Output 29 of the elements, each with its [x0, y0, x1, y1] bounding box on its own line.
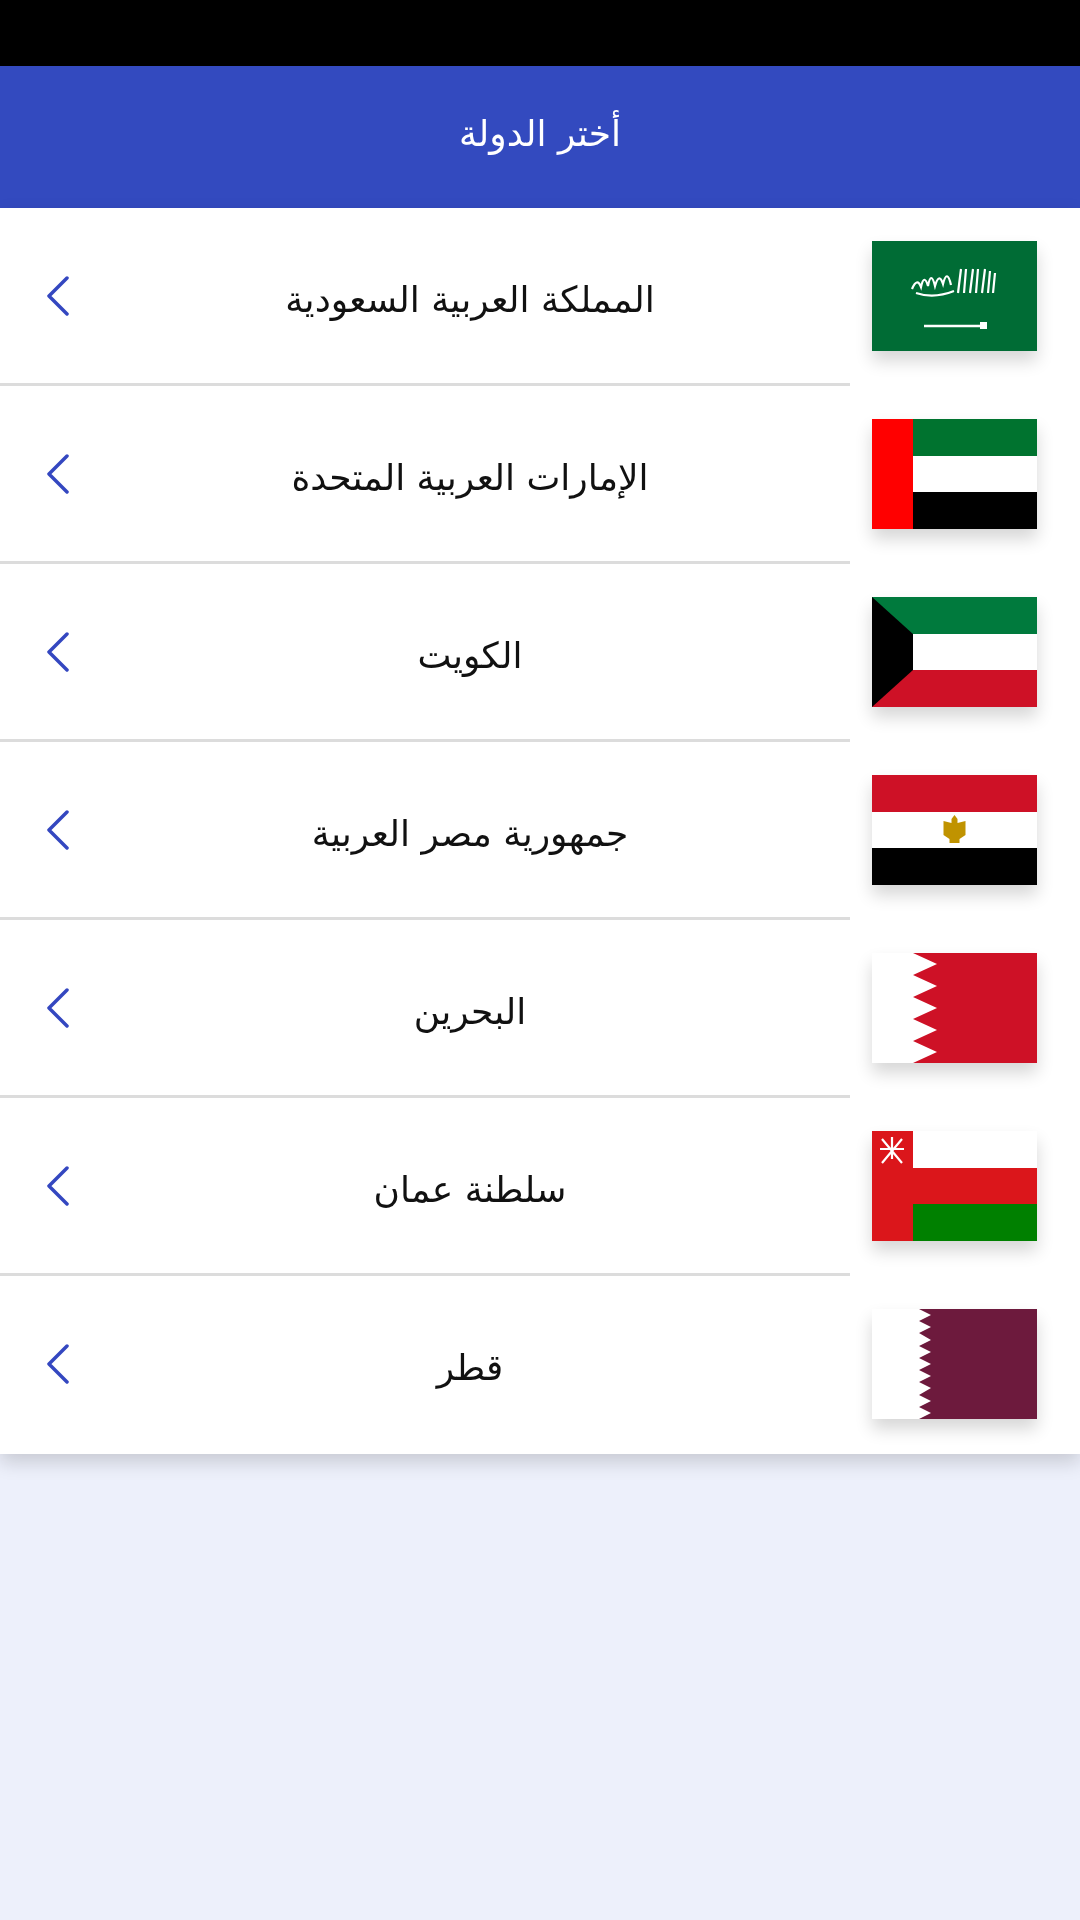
- flag-icon: [872, 1130, 1037, 1241]
- country-name: سلطنة عمان: [372, 1168, 568, 1210]
- flag-icon: [872, 952, 1037, 1063]
- country-list-item[interactable]: قطر: [0, 1276, 1080, 1454]
- chevron-left-icon: [46, 1165, 70, 1206]
- country-list-item[interactable]: جمهورية مصر العربية: [0, 742, 1080, 920]
- country-list-item[interactable]: الكويت: [0, 564, 1080, 742]
- flag-icon: [872, 596, 1037, 707]
- country-list-item[interactable]: المملكة العربية السعودية: [0, 208, 1080, 386]
- country-name: الكويت: [416, 634, 524, 676]
- flag-icon: [872, 240, 1037, 351]
- chevron-left-icon: [46, 809, 70, 850]
- flag-icon: [872, 774, 1037, 885]
- chevron-left-icon: [46, 453, 70, 494]
- country-name: الإمارات العربية المتحدة: [290, 456, 650, 498]
- chevron-left-icon: [46, 987, 70, 1028]
- country-name: البحرين: [412, 990, 528, 1032]
- country-list-item[interactable]: الإمارات العربية المتحدة: [0, 386, 1080, 564]
- chevron-left-icon: [46, 631, 70, 672]
- country-list-item[interactable]: سلطنة عمان: [0, 1098, 1080, 1276]
- country-name: جمهورية مصر العربية: [310, 812, 630, 854]
- flag-icon: [872, 1308, 1037, 1419]
- chevron-left-icon: [46, 1343, 70, 1384]
- screen-title: أختر الدولة: [459, 112, 621, 157]
- country-name: قطر: [434, 1346, 505, 1388]
- chevron-left-icon: [46, 275, 70, 316]
- country-name: المملكة العربية السعودية: [284, 278, 656, 320]
- country-list-item[interactable]: البحرين: [0, 920, 1080, 1098]
- flag-icon: [872, 418, 1037, 529]
